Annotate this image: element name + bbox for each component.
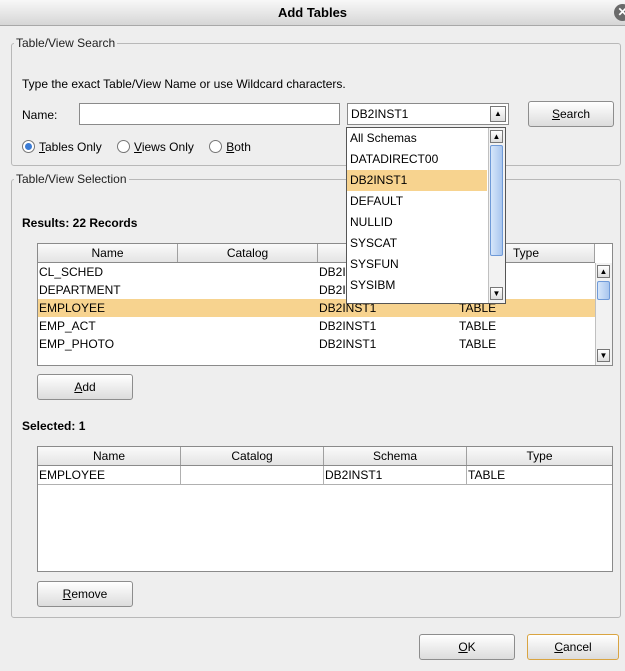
cell-type: TABLE xyxy=(459,319,497,333)
radio-unchecked-icon xyxy=(117,140,131,153)
table-row-selected[interactable]: EMPLOYEE DB2INST1 TABLE xyxy=(38,299,595,317)
dropdown-option[interactable]: SYSFUN xyxy=(347,254,487,275)
dropdown-option[interactable]: NULLID xyxy=(347,212,487,233)
results-table-header: Name Catalog Schema Type xyxy=(38,244,595,263)
selection-group-legend: Table/View Selection xyxy=(16,172,127,186)
ok-button-mnemonic: O xyxy=(458,640,468,654)
table-row[interactable]: CL_SCHED DB2INST1 TABLE xyxy=(38,263,595,281)
column-header-schema[interactable]: Schema xyxy=(324,447,467,465)
radio-tables-only[interactable]: Tables Only xyxy=(22,140,105,154)
cell-name: CL_SCHED xyxy=(39,265,104,279)
radio-both-label: oth xyxy=(234,140,251,154)
cell-name: EMPLOYEE xyxy=(38,466,181,484)
radio-tables-label: ables Only xyxy=(45,140,102,154)
selected-table-header: Name Catalog Schema Type xyxy=(38,447,612,466)
selected-table[interactable]: Name Catalog Schema Type EMPLOYEE DB2INS… xyxy=(37,446,613,572)
title-bar: Add Tables ✕ xyxy=(0,0,625,26)
schema-dropdown-list[interactable]: All Schemas DATADIRECT00 DB2INST1 DEFAUL… xyxy=(346,127,506,304)
remove-button-mnemonic: R xyxy=(62,587,72,601)
results-count-label: Results: 22 Records xyxy=(22,216,138,230)
column-header-catalog[interactable]: Catalog xyxy=(181,447,324,465)
search-button-mnemonic: S xyxy=(551,107,560,121)
radio-views-label: iews Only xyxy=(141,140,194,154)
radio-both[interactable]: Both xyxy=(209,140,251,154)
cell-catalog xyxy=(178,263,318,281)
cell-type: TABLE xyxy=(459,337,497,351)
table-row[interactable]: EMPLOYEE DB2INST1 TABLE xyxy=(38,466,612,485)
column-header-type[interactable]: Type xyxy=(467,447,612,465)
dropdown-option[interactable]: DEFAULT xyxy=(347,191,487,212)
ok-button[interactable]: OK xyxy=(419,634,515,660)
scroll-up-icon[interactable]: ▲ xyxy=(597,265,610,278)
radio-views-mnemonic: V xyxy=(134,140,142,154)
table-row[interactable]: EMP_PHOTO DB2INST1 TABLE xyxy=(38,335,595,353)
column-header-name[interactable]: Name xyxy=(38,244,178,262)
scroll-down-icon[interactable]: ▼ xyxy=(597,349,610,362)
dropdown-option[interactable]: All Schemas xyxy=(347,128,487,149)
selected-count-label: Selected: 1 xyxy=(22,419,86,433)
remove-button-label: emove xyxy=(71,587,108,601)
add-button-label: dd xyxy=(82,380,96,394)
scroll-down-icon[interactable]: ▼ xyxy=(490,287,503,300)
cancel-button-mnemonic: C xyxy=(554,640,563,654)
radio-checked-icon xyxy=(22,140,35,153)
cell-schema: DB2INST1 xyxy=(319,337,377,351)
cell-catalog xyxy=(178,317,318,335)
scrollbar-thumb[interactable] xyxy=(490,145,503,256)
name-input[interactable] xyxy=(79,103,340,125)
column-header-name[interactable]: Name xyxy=(38,447,181,465)
results-scrollbar[interactable]: ▲ ▼ xyxy=(595,263,612,365)
dropdown-option-selected[interactable]: DB2INST1 xyxy=(347,170,487,191)
cell-name: EMP_PHOTO xyxy=(39,337,115,351)
close-icon[interactable]: ✕ xyxy=(614,4,625,21)
cancel-button-label: ancel xyxy=(562,640,592,654)
remove-button[interactable]: Remove xyxy=(37,581,133,607)
scroll-up-icon[interactable]: ▲ xyxy=(490,130,503,143)
chevron-up-icon[interactable]: ▲ xyxy=(490,106,506,122)
window-title: Add Tables xyxy=(277,5,348,20)
radio-views-only[interactable]: Views Only xyxy=(117,140,197,154)
search-group-legend: Table/View Search xyxy=(16,36,116,50)
cell-catalog xyxy=(178,299,318,317)
table-row[interactable]: DEPARTMENT DB2INST1 TABLE xyxy=(38,281,595,299)
radio-unchecked-icon xyxy=(209,140,223,153)
cell-catalog xyxy=(181,466,324,484)
radio-group: Tables Only Views Only Both xyxy=(22,140,251,154)
dropdown-option[interactable]: SYSCAT xyxy=(347,233,487,254)
dropdown-option[interactable]: SYSIBM xyxy=(347,275,487,296)
cell-name: DEPARTMENT xyxy=(39,283,121,297)
search-button-label: earch xyxy=(559,107,591,121)
name-label: Name: xyxy=(22,108,58,122)
table-row[interactable]: EMP_ACT DB2INST1 TABLE xyxy=(38,317,595,335)
dropdown-option[interactable]: DATADIRECT00 xyxy=(347,149,487,170)
cell-name: EMP_ACT xyxy=(39,319,96,333)
scrollbar-thumb[interactable] xyxy=(597,281,610,300)
cancel-button[interactable]: Cancel xyxy=(527,634,619,660)
column-header-catalog[interactable]: Catalog xyxy=(178,244,318,262)
schema-select[interactable]: DB2INST1 ▲ xyxy=(347,103,509,125)
ok-button-label: K xyxy=(467,640,476,654)
search-button[interactable]: Search xyxy=(528,101,614,127)
cell-catalog xyxy=(178,281,318,299)
cell-catalog xyxy=(178,335,318,353)
cell-type: TABLE xyxy=(468,468,506,482)
schema-select-value: DB2INST1 xyxy=(351,107,409,121)
add-button[interactable]: Add xyxy=(37,374,133,400)
results-table[interactable]: Name Catalog Schema Type CL_SCHED DB2INS… xyxy=(37,243,613,366)
search-instructions: Type the exact Table/View Name or use Wi… xyxy=(22,77,346,91)
cell-schema: DB2INST1 xyxy=(324,466,467,484)
dropdown-scrollbar[interactable]: ▲ ▼ xyxy=(488,128,505,303)
cell-schema: DB2INST1 xyxy=(319,319,377,333)
cell-name: EMPLOYEE xyxy=(39,301,106,315)
